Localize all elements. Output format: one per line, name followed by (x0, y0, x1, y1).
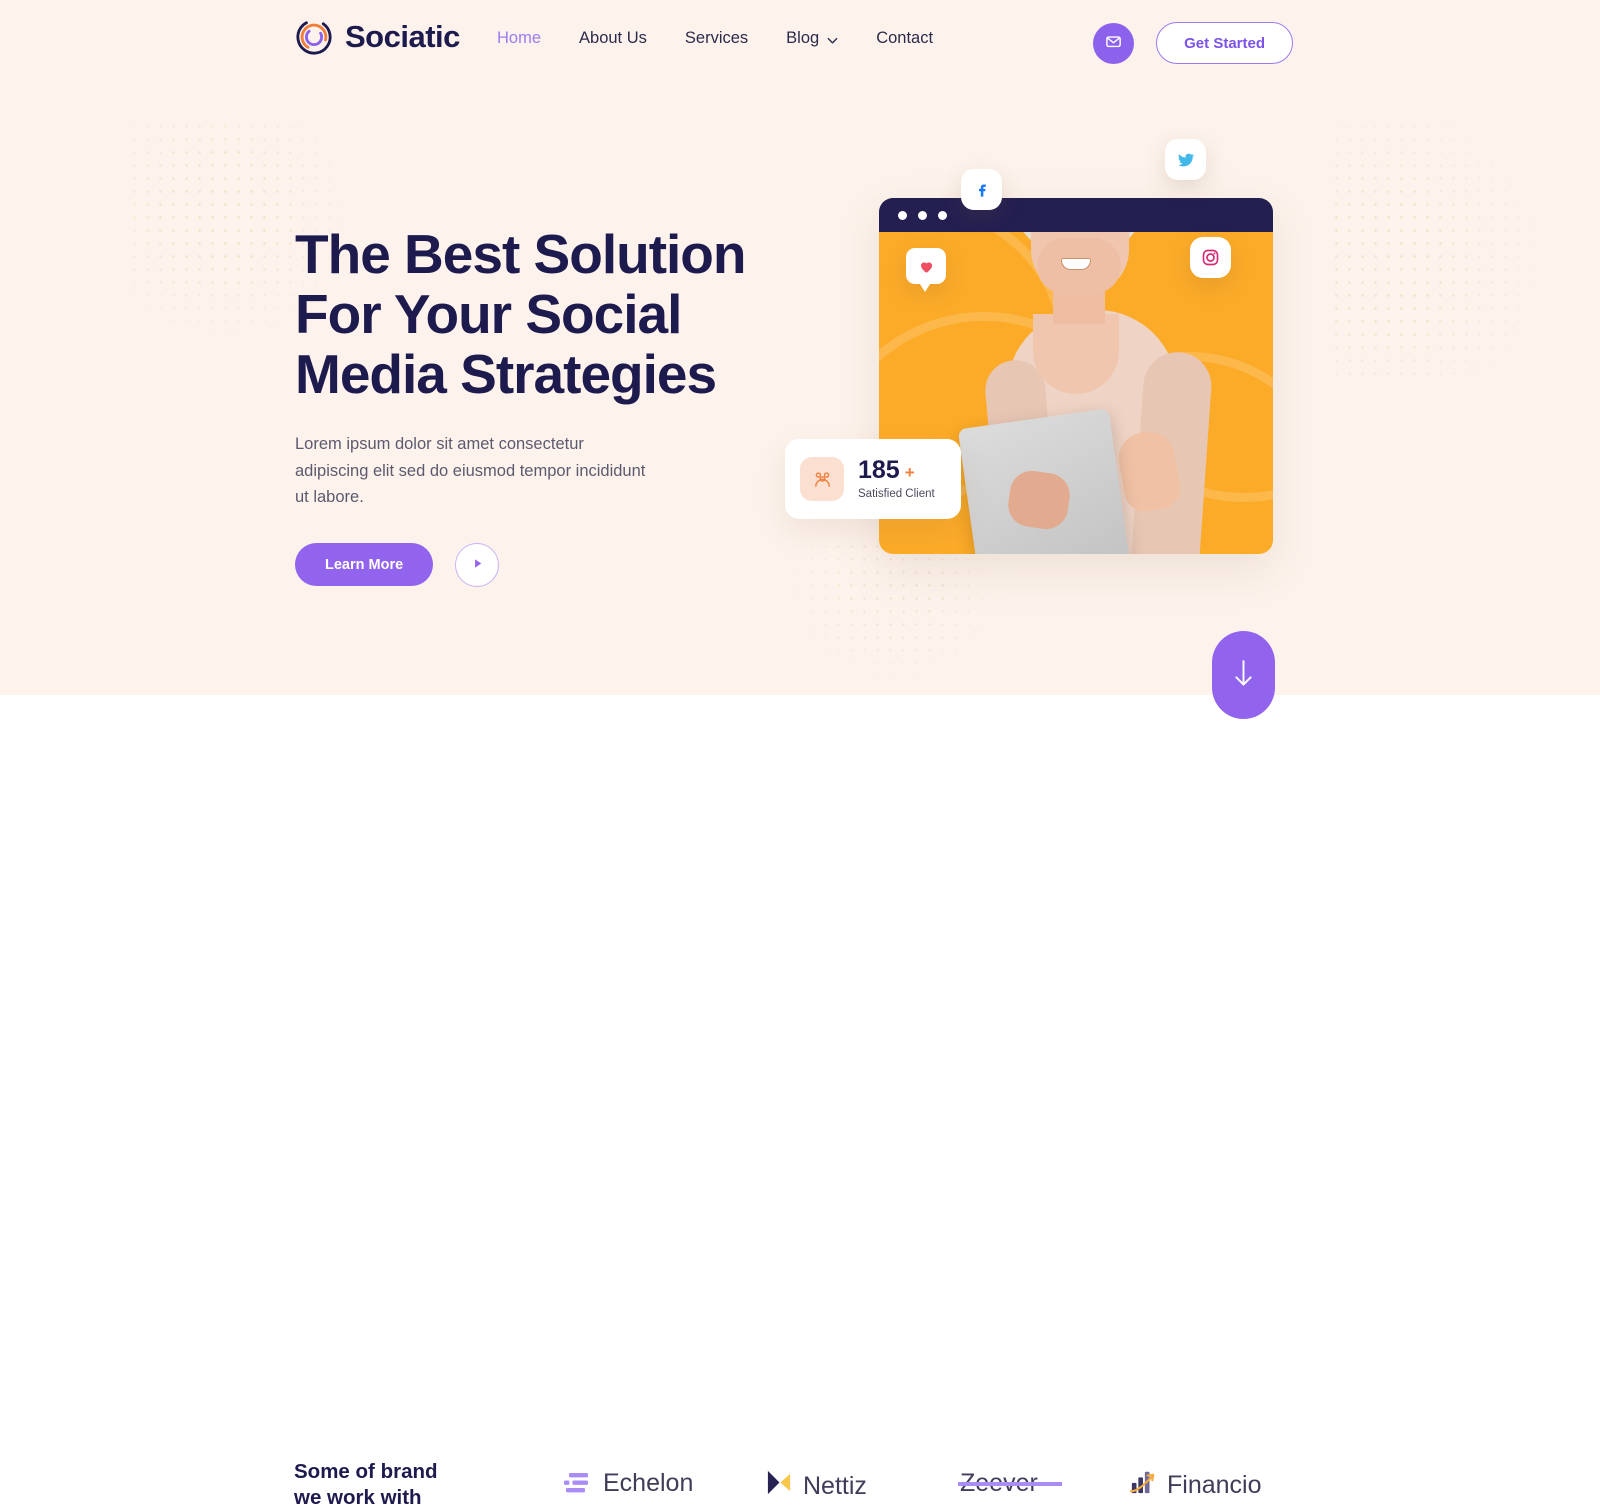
hero-copy: The Best Solution For Your Social Media … (295, 223, 815, 587)
nav-link-contact[interactable]: Contact (876, 29, 933, 48)
heart-bubble-tail (918, 281, 932, 292)
brands-heading-line-1: Some of brand (294, 1460, 438, 1483)
main-navigation: Sociatic Home About Us Services Blog Con… (0, 0, 1600, 82)
nettiz-bowtie-icon (765, 1469, 792, 1503)
play-icon (470, 556, 485, 574)
brand-logo-echelon[interactable]: Echelon (564, 1469, 693, 1498)
brand-name: Sociatic (345, 19, 460, 54)
window-dot-icon (938, 210, 947, 220)
page-title: The Best Solution For Your Social Media … (295, 223, 815, 405)
brand-logo-nettiz[interactable]: Nettiz (765, 1469, 867, 1503)
window-dot-icon (918, 210, 927, 220)
hero-title-line-2: For Your Social (295, 282, 682, 345)
decorative-dot-pattern-right (1330, 120, 1590, 380)
stat-text: 185 + Satisfied Client (858, 456, 935, 501)
brand-logo-financio[interactable]: Financio (1129, 1469, 1262, 1502)
window-dot-icon (898, 210, 907, 220)
nav-links: Home About Us Services Blog Contact (497, 29, 933, 48)
brands-heading: Some of brand we work with (294, 1459, 438, 1511)
stat-label: Satisfied Client (858, 488, 935, 500)
hero-actions: Learn More (295, 542, 815, 587)
brand-logo[interactable]: Sociatic (295, 18, 460, 56)
hero-title-line-3: Media Strategies (295, 342, 717, 405)
chevron-down-icon (826, 33, 838, 45)
hero-subtitle: Lorem ipsum dolor sit amet consectetur a… (295, 434, 646, 507)
brands-heading-line-2: we work with (294, 1486, 422, 1510)
nav-link-blog[interactable]: Blog (786, 29, 838, 48)
sociatic-ring-logo-icon (295, 18, 333, 56)
stat-suffix: + (904, 463, 915, 482)
people-group-icon (800, 457, 844, 501)
brand-logo-zeever[interactable]: Zeever (958, 1469, 1600, 1498)
instagram-icon[interactable] (1190, 237, 1231, 278)
nav-link-about-us[interactable]: About Us (579, 29, 647, 48)
brands-section: Some of brand we work with Echelon Netti… (0, 695, 1600, 1509)
scroll-down-button[interactable] (1212, 631, 1275, 719)
echelon-bars-icon (564, 1471, 592, 1497)
person-photo (957, 232, 1215, 554)
learn-more-button[interactable]: Learn More (295, 543, 434, 587)
heart-reaction-bubble[interactable] (906, 248, 946, 284)
brand-logo-row: Echelon Nettiz Zeever Financio (560, 1465, 1270, 1509)
brand-label-financio: Financio (1167, 1471, 1262, 1499)
stat-value: 185 (858, 456, 900, 484)
nav-link-blog-label: Blog (786, 29, 820, 47)
mail-button[interactable] (1093, 22, 1135, 64)
financio-chart-icon (1129, 1469, 1156, 1502)
arrow-down-icon (1232, 657, 1255, 693)
brand-label-nettiz: Nettiz (803, 1471, 867, 1500)
heart-icon (920, 261, 932, 273)
browser-title-bar (879, 198, 1273, 232)
envelope-icon (1105, 33, 1122, 53)
facebook-icon[interactable] (961, 169, 1002, 210)
get-started-button[interactable]: Get Started (1156, 22, 1293, 64)
hero-title-line-1: The Best Solution (295, 223, 747, 285)
nav-link-home[interactable]: Home (497, 29, 541, 48)
twitter-icon[interactable] (1165, 139, 1206, 180)
play-video-button[interactable] (455, 542, 500, 587)
brand-label-echelon: Echelon (603, 1469, 694, 1497)
zeever-strike-icon (958, 1482, 1062, 1486)
nav-link-services[interactable]: Services (685, 29, 748, 48)
satisfied-client-stat-card: 185 + Satisfied Client (785, 439, 961, 519)
hero-section: Sociatic Home About Us Services Blog Con… (0, 0, 1600, 695)
nav-actions: Get Started (1093, 22, 1293, 64)
